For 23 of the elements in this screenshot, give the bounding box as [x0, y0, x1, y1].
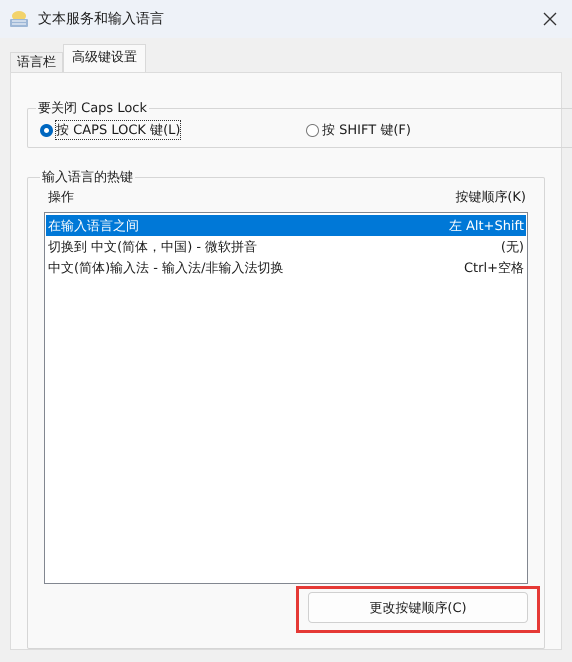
action-text: 中文(简体)输入法 - 输入法/非输入法切换 [48, 260, 284, 276]
radio-label[interactable]: 按 SHIFT 键(F) [322, 121, 411, 139]
tab[interactable]: 高级键设置 [63, 44, 146, 72]
action-text: 切换到 中文(简体，中国) - 微软拼音 [48, 238, 258, 256]
close-icon[interactable] [542, 11, 558, 27]
radio-label[interactable]: 按 CAPS LOCK 键(L) [56, 121, 180, 139]
change-key-sequence-button[interactable]: 更改按键顺序(C) [308, 592, 528, 623]
action-text: 在输入语言之间 [48, 218, 139, 234]
group-title: 要关闭 Caps Lock [37, 100, 148, 117]
keys-text: Ctrl+空格 [464, 260, 524, 276]
radio-button[interactable] [40, 124, 53, 136]
keyboard-icon [8, 8, 30, 30]
hotkey-row[interactable]: 切换到 中文(简体，中国) - 微软拼音 (无) [46, 236, 526, 257]
window-title: 文本服务和输入语言 [38, 10, 165, 28]
column-header: 操作 [48, 189, 74, 206]
hotkey-row[interactable]: 在输入语言之间 左 Alt+Shift [46, 215, 526, 236]
column-header: 按键顺序(K) [455, 189, 526, 206]
radio-button[interactable] [306, 124, 319, 136]
keys-text: (无) [500, 238, 524, 256]
keys-text: 左 Alt+Shift [448, 218, 524, 234]
group-title: 输入语言的热键 [41, 169, 134, 186]
hotkey-row[interactable]: 中文(简体)输入法 - 输入法/非输入法切换 Ctrl+空格 [46, 257, 526, 278]
tab[interactable]: 语言栏 [10, 52, 63, 72]
